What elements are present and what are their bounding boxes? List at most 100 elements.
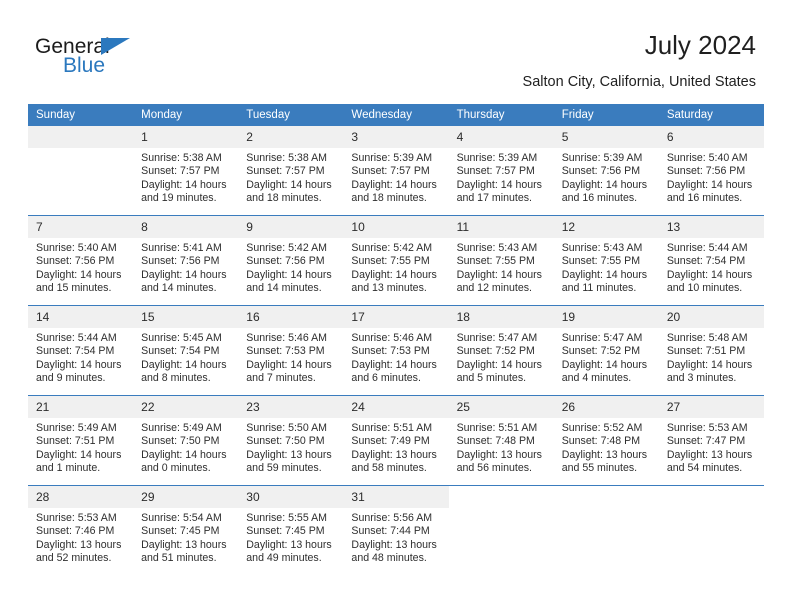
calendar-day-cell[interactable]: 13 Sunrise: 5:44 AM Sunset: 7:54 PM Dayligh… [658, 215, 764, 306]
calendar-day-cell[interactable]: 17 Sunrise: 5:46 AM Sunset: 7:53 PM Dayligh… [343, 305, 449, 396]
day-number: 8 [133, 216, 239, 238]
day-info-daylight: Daylight: 14 hours [351, 268, 437, 281]
day-number: 18 [448, 306, 554, 328]
calendar-day-cell[interactable]: 26 Sunrise: 5:52 AM Sunset: 7:48 PM Dayligh… [553, 395, 659, 486]
day-info-daylight: and 4 minutes. [561, 372, 632, 385]
calendar-day-cell[interactable]: 10 Sunrise: 5:42 AM Sunset: 7:55 PM Dayligh… [343, 215, 449, 306]
calendar-day-cell[interactable]: 2 Sunrise: 5:38 AM Sunset: 7:57 PM Daylight… [238, 126, 344, 216]
day-info-sunrise: Sunrise: 5:46 AM [246, 332, 327, 344]
day-info-daylight: Daylight: 13 hours [351, 448, 437, 461]
day-info-daylight: and 5 minutes. [456, 372, 527, 385]
day-info-daylight: and 54 minutes. [666, 462, 743, 475]
calendar-day-cell[interactable]: 11 Sunrise: 5:43 AM Sunset: 7:55 PM Dayligh… [448, 215, 554, 306]
day-number: 6 [658, 126, 764, 148]
day-cell-content: 5 Sunrise: 5:39 AM Sunset: 7:56 PM Daylight… [553, 126, 659, 215]
calendar-week-row: 28 Sunrise: 5:53 AM Sunset: 7:46 PM Dayligh… [28, 485, 764, 575]
day-number: 31 [343, 486, 449, 508]
calendar-day-cell[interactable]: 7 Sunrise: 5:40 AM Sunset: 7:56 PM Daylight… [28, 215, 134, 306]
day-info-sunset: Sunset: 7:57 PM [351, 165, 430, 178]
calendar-day-cell[interactable]: 19 Sunrise: 5:47 AM Sunset: 7:52 PM Dayligh… [553, 305, 659, 396]
calendar-day-cell[interactable]: 22 Sunrise: 5:49 AM Sunset: 7:50 PM Dayligh… [133, 395, 239, 486]
day-number: 30 [238, 486, 344, 508]
day-info-daylight: and 7 minutes. [246, 372, 316, 385]
day-info-daylight: and 16 minutes. [561, 192, 638, 205]
calendar-day-cell[interactable]: 25 Sunrise: 5:51 AM Sunset: 7:48 PM Dayligh… [448, 395, 554, 486]
page-subtitle: Salton City, California, United States [522, 74, 756, 90]
day-info-sunrise: Sunrise: 5:45 AM [141, 332, 222, 344]
day-number: 15 [133, 306, 239, 328]
day-number: 11 [448, 216, 554, 238]
day-info-sunset: Sunset: 7:56 PM [666, 165, 746, 178]
day-info-sunset: Sunset: 7:52 PM [561, 345, 641, 358]
day-info-daylight: and 13 minutes. [351, 282, 427, 295]
calendar-day-cell[interactable]: 8 Sunrise: 5:41 AM Sunset: 7:56 PM Daylight… [133, 215, 239, 306]
calendar-day-cell[interactable]: 31 Sunrise: 5:56 AM Sunset: 7:44 PM Dayligh… [343, 485, 449, 575]
calendar-day-cell[interactable]: 21 Sunrise: 5:49 AM Sunset: 7:51 PM Dayligh… [28, 395, 134, 486]
day-cell-content: 12 Sunrise: 5:43 AM Sunset: 7:55 PM Dayligh… [553, 216, 659, 305]
calendar-day-cell[interactable]: 14 Sunrise: 5:44 AM Sunset: 7:54 PM Dayligh… [28, 305, 134, 396]
calendar-day-cell[interactable]: 28 Sunrise: 5:53 AM Sunset: 7:46 PM Dayligh… [28, 485, 134, 575]
day-number: 7 [28, 216, 134, 238]
day-number: 28 [28, 486, 134, 508]
day-info-daylight: and 18 minutes. [246, 192, 322, 205]
calendar-day-cell[interactable]: 4 Sunrise: 5:39 AM Sunset: 7:57 PM Daylight… [448, 126, 554, 216]
calendar-day-cell[interactable]: 18 Sunrise: 5:47 AM Sunset: 7:52 PM Dayligh… [448, 305, 554, 396]
day-info-daylight: Daylight: 13 hours [246, 448, 332, 461]
day-info-sunset: Sunset: 7:55 PM [561, 255, 641, 268]
day-info: Sunrise: 5:39 AM Sunset: 7:56 PM Daylight:… [554, 148, 659, 206]
day-number: 23 [238, 396, 344, 418]
day-number [449, 486, 554, 508]
weekday-header-friday: Friday [553, 104, 659, 126]
day-number: 14 [28, 306, 134, 328]
day-info-sunrise: Sunrise: 5:39 AM [456, 152, 538, 164]
day-info-daylight: and 9 minutes. [36, 372, 106, 385]
calendar-day-cell[interactable]: 20 Sunrise: 5:48 AM Sunset: 7:51 PM Dayligh… [658, 305, 764, 396]
calendar-day-cell[interactable]: 23 Sunrise: 5:50 AM Sunset: 7:50 PM Dayligh… [238, 395, 344, 486]
day-info: Sunrise: 5:51 AM Sunset: 7:49 PM Daylight:… [343, 418, 448, 476]
calendar-day-cell[interactable]: 5 Sunrise: 5:39 AM Sunset: 7:56 PM Daylight… [553, 126, 659, 216]
day-number: 3 [343, 126, 449, 148]
day-number: 27 [658, 396, 764, 418]
day-info-sunrise: Sunrise: 5:38 AM [246, 152, 327, 164]
day-info: Sunrise: 5:46 AM Sunset: 7:53 PM Daylight:… [343, 328, 448, 386]
day-cell-content: 26 Sunrise: 5:52 AM Sunset: 7:48 PM Dayligh… [553, 396, 659, 485]
day-info: Sunrise: 5:53 AM Sunset: 7:47 PM Daylight:… [659, 418, 764, 476]
calendar-week-row: 7 Sunrise: 5:40 AM Sunset: 7:56 PM Daylight… [28, 215, 764, 306]
day-info-daylight: Daylight: 13 hours [561, 448, 648, 461]
calendar-day-cell[interactable]: 16 Sunrise: 5:46 AM Sunset: 7:53 PM Dayligh… [238, 305, 344, 396]
day-info-daylight: Daylight: 14 hours [246, 178, 332, 191]
calendar-day-cell[interactable]: 24 Sunrise: 5:51 AM Sunset: 7:49 PM Dayligh… [343, 395, 449, 486]
day-number: 20 [658, 306, 764, 328]
calendar-day-cell[interactable]: 6 Sunrise: 5:40 AM Sunset: 7:56 PM Daylight… [658, 126, 764, 216]
day-cell-content [28, 126, 134, 215]
day-info-sunset: Sunset: 7:56 PM [246, 255, 325, 268]
day-info-daylight: and 59 minutes. [246, 462, 322, 475]
day-info-sunrise: Sunrise: 5:44 AM [666, 242, 748, 254]
calendar-day-cell[interactable]: 12 Sunrise: 5:43 AM Sunset: 7:55 PM Dayligh… [553, 215, 659, 306]
day-cell-content: 1 Sunrise: 5:38 AM Sunset: 7:57 PM Daylight… [133, 126, 239, 215]
day-info-sunrise: Sunrise: 5:56 AM [351, 512, 433, 524]
brand-logo[interactable]: General Blue [35, 36, 195, 86]
day-number: 13 [658, 216, 764, 238]
day-info-sunrise: Sunrise: 5:47 AM [456, 332, 538, 344]
day-info: Sunrise: 5:39 AM Sunset: 7:57 PM Daylight:… [449, 148, 554, 206]
calendar-day-cell[interactable]: 27 Sunrise: 5:53 AM Sunset: 7:47 PM Dayligh… [658, 395, 764, 486]
day-info-daylight: and 1 minute. [36, 462, 101, 475]
day-info-daylight: and 51 minutes. [141, 552, 217, 565]
day-info [659, 508, 764, 512]
day-info-sunset: Sunset: 7:52 PM [456, 345, 535, 358]
day-info-daylight: and 3 minutes. [666, 372, 737, 385]
calendar-day-cell[interactable]: 1 Sunrise: 5:38 AM Sunset: 7:57 PM Daylight… [133, 126, 239, 216]
calendar-day-cell[interactable]: 9 Sunrise: 5:42 AM Sunset: 7:56 PM Daylight… [238, 215, 344, 306]
day-cell-content: 19 Sunrise: 5:47 AM Sunset: 7:52 PM Dayligh… [553, 306, 659, 395]
day-cell-content: 14 Sunrise: 5:44 AM Sunset: 7:54 PM Dayligh… [28, 306, 134, 395]
calendar-day-cell[interactable]: 29 Sunrise: 5:54 AM Sunset: 7:45 PM Dayligh… [133, 485, 239, 575]
day-number: 12 [553, 216, 659, 238]
weekday-header-sunday: Sunday [28, 104, 134, 126]
day-info-sunrise: Sunrise: 5:43 AM [456, 242, 538, 254]
calendar-day-cell[interactable]: 15 Sunrise: 5:45 AM Sunset: 7:54 PM Dayligh… [133, 305, 239, 396]
day-info-sunset: Sunset: 7:55 PM [351, 255, 430, 268]
calendar-day-cell[interactable]: 30 Sunrise: 5:55 AM Sunset: 7:45 PM Dayligh… [238, 485, 344, 575]
day-number: 10 [343, 216, 449, 238]
calendar-day-cell[interactable]: 3 Sunrise: 5:39 AM Sunset: 7:57 PM Daylight… [343, 126, 449, 216]
